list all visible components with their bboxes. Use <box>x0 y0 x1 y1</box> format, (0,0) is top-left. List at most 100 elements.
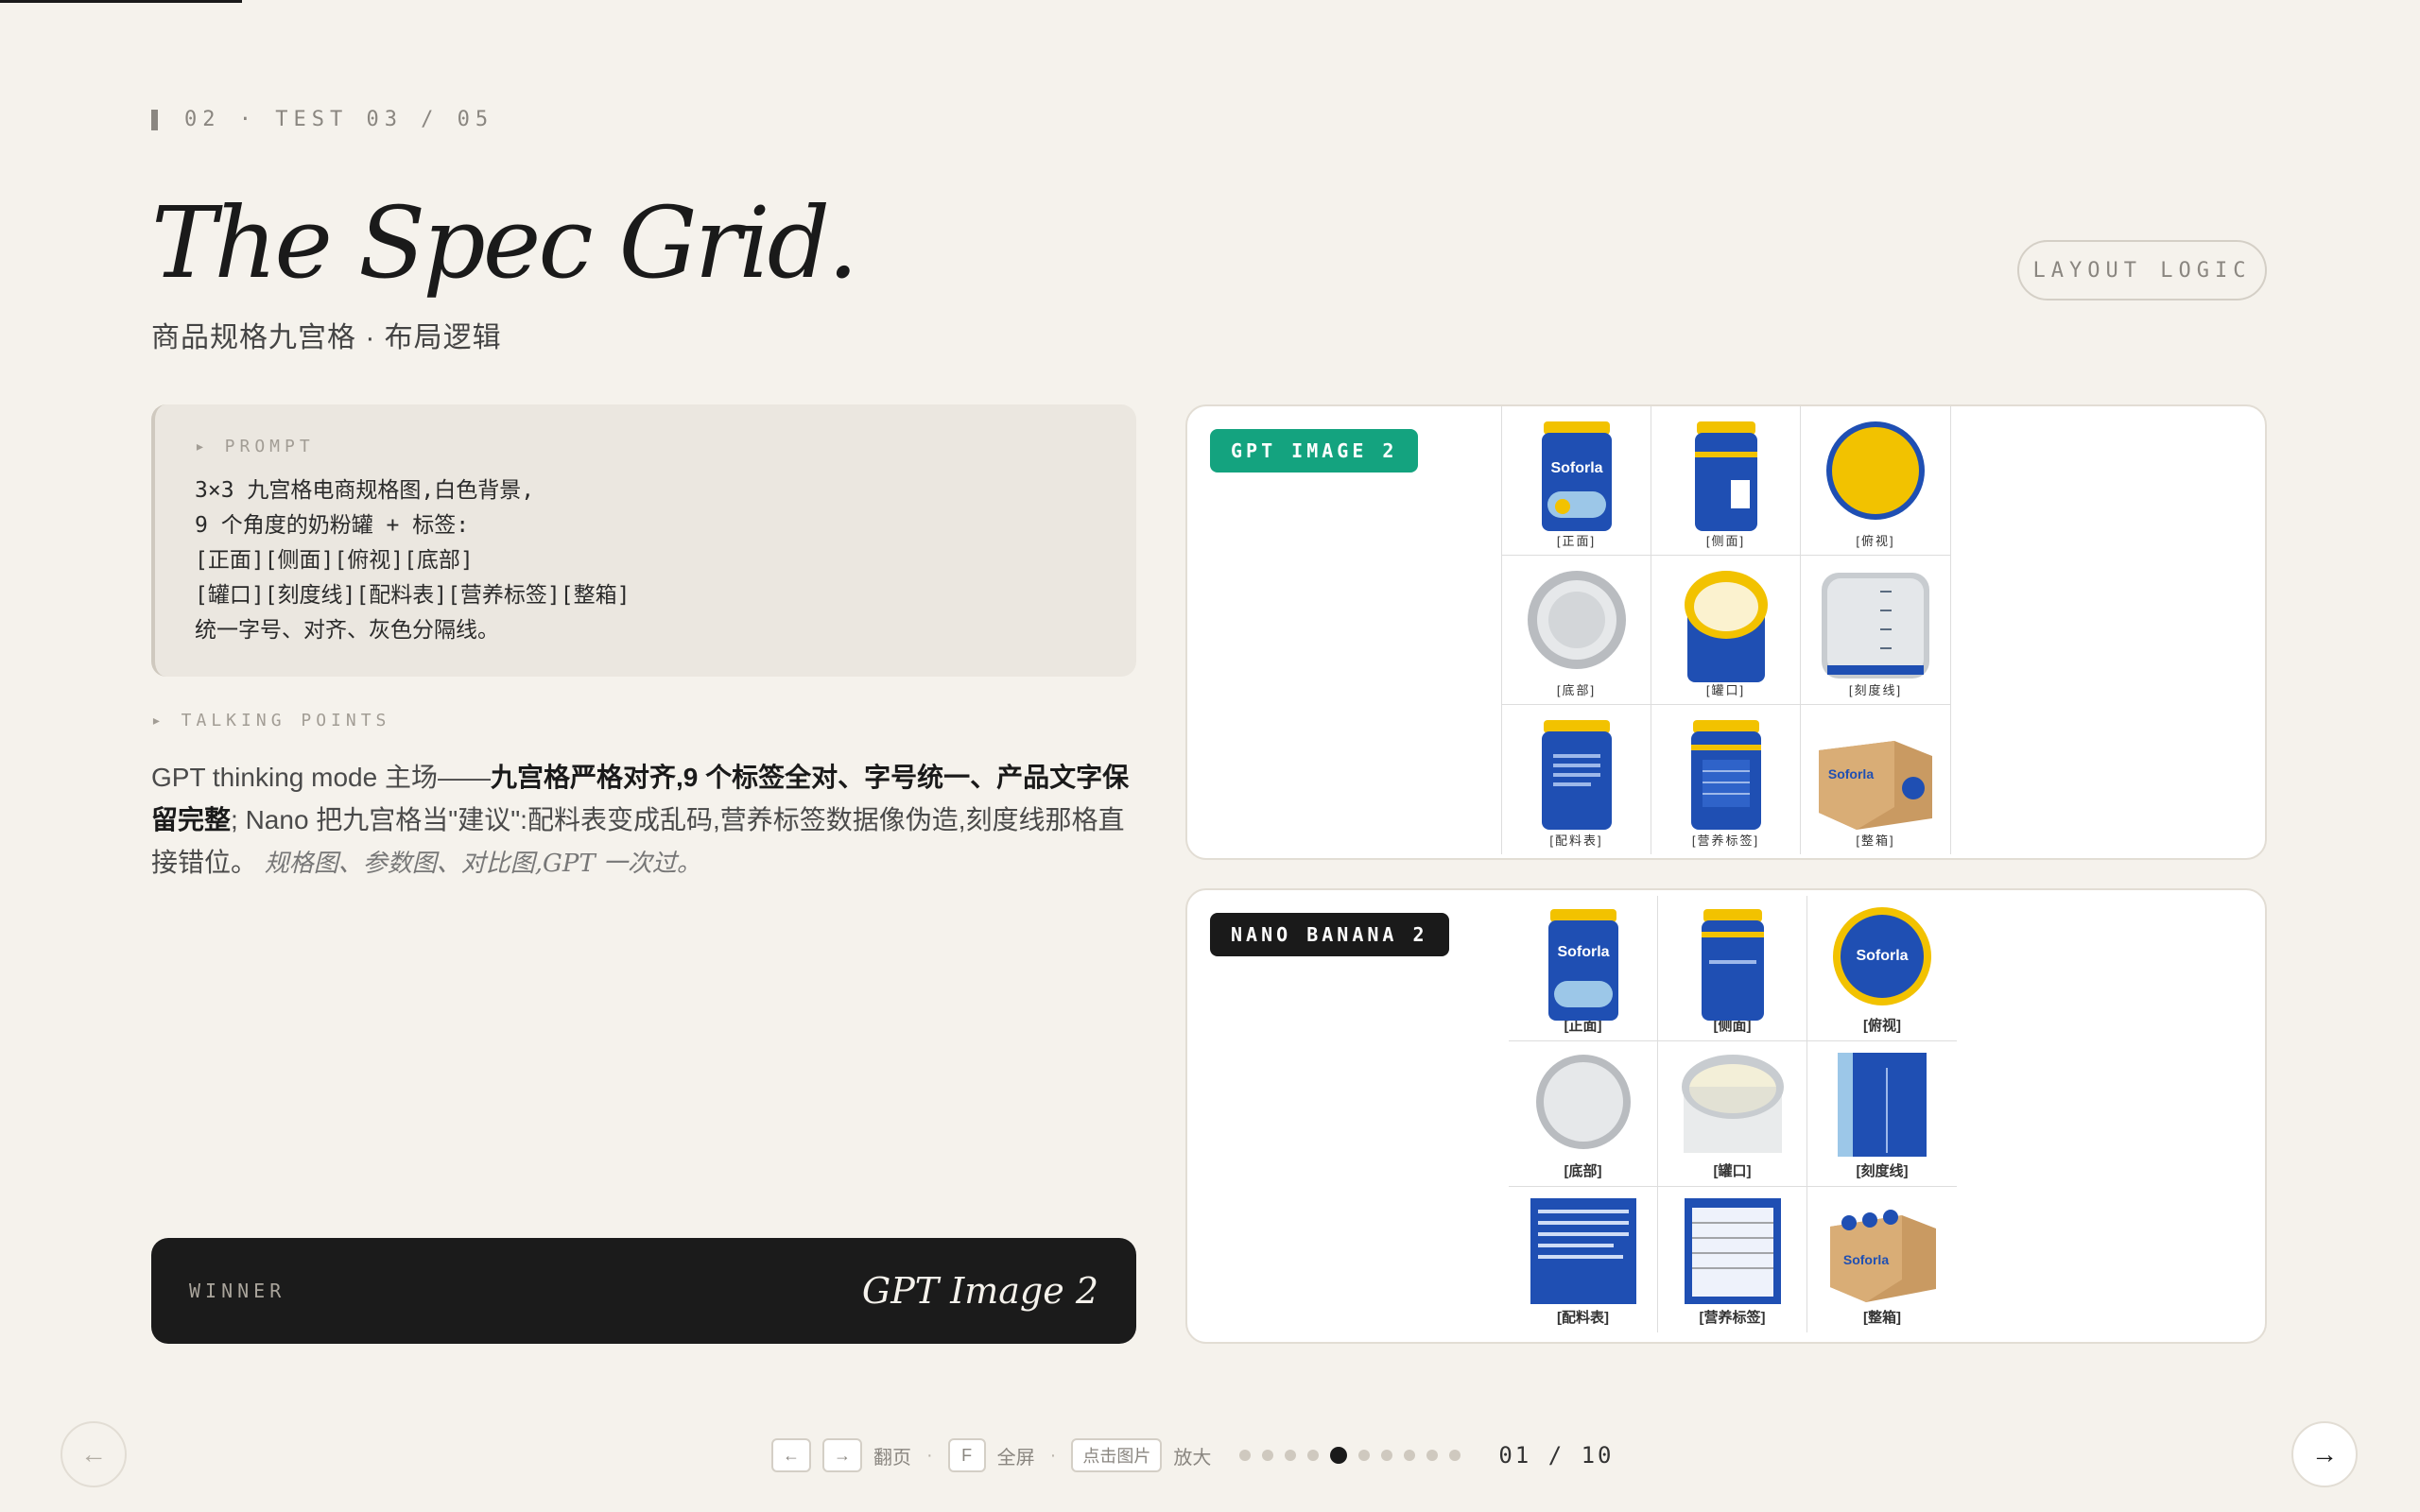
prompt-line: 9 个角度的奶粉罐 + 标签: <box>195 513 470 538</box>
svg-text:Soforla: Soforla <box>1550 460 1602 476</box>
can-scale-image <box>1838 1053 1927 1157</box>
slide-dot[interactable] <box>1262 1450 1274 1461</box>
grid-cell[interactable]: [刻度线] <box>1807 1041 1957 1187</box>
cell-label: [底部] <box>1564 1163 1602 1179</box>
prompt-line: 3×3 九宫格电商规格图,白色背景, <box>195 478 535 503</box>
prev-slide-button[interactable]: ← <box>60 1421 127 1487</box>
grid-cell[interactable]: Soforla [整箱] <box>1801 705 1950 854</box>
grid-cell[interactable]: [底部] <box>1509 1041 1658 1187</box>
grid-cell[interactable]: [刻度线] <box>1801 556 1950 705</box>
next-key[interactable]: → <box>822 1438 862 1472</box>
slide-dot[interactable] <box>1449 1450 1461 1461</box>
keyboard-hints: ← → 翻页 · F 全屏 · 点击图片 放大 01 / 10 <box>771 1438 1615 1472</box>
layout-logic-badge[interactable]: LAYOUT LOGIC <box>2017 240 2267 301</box>
page-title: The Spec Grid. <box>151 185 858 301</box>
grid-cell[interactable]: [营养标签] <box>1658 1187 1807 1332</box>
prompt-line: [罐口][刻度线][配料表][营养标签][整箱] <box>195 583 631 608</box>
slide-dot[interactable] <box>1358 1450 1371 1461</box>
click-image-key[interactable]: 点击图片 <box>1071 1438 1163 1472</box>
grid-cell[interactable]: [俯视] <box>1801 406 1950 556</box>
can-mouth-image <box>1684 571 1768 682</box>
gpt-spec-grid[interactable]: Soforla [正面] [侧面] [俯视] [底部] [罐口] [刻度线] [… <box>1501 406 1951 854</box>
can-front-image: Soforla <box>1547 909 1618 1021</box>
grid-cell[interactable]: Soforla [整箱] <box>1807 1187 1957 1332</box>
prev-key[interactable]: ← <box>771 1438 811 1472</box>
gpt-tag: GPT IMAGE 2 <box>1210 429 1419 472</box>
cell-label: [配料表] <box>1557 1310 1609 1326</box>
can-side-image <box>1701 909 1764 1021</box>
eyebrow-bar <box>151 109 158 130</box>
gpt-result-panel[interactable]: GPT IMAGE 2 Soforla [正面] [侧面] [俯视] [底部] … <box>1185 404 2267 860</box>
cell-label: [刻度线] <box>1856 1163 1909 1179</box>
grid-cell[interactable]: [底部] <box>1502 556 1651 705</box>
grid-cell[interactable]: Soforla [正面] <box>1502 406 1651 556</box>
nano-tag: NANO BANANA 2 <box>1210 913 1449 956</box>
can-bottom-image <box>1527 571 1626 669</box>
winner-bar: WINNER GPT Image 2 <box>151 1238 1136 1344</box>
can-side-image <box>1694 421 1757 531</box>
talking-text-1: GPT thinking mode 主场—— <box>151 763 491 792</box>
winner-value: GPT Image 2 <box>861 1270 1098 1312</box>
carton-box-image: Soforla <box>1830 1210 1936 1302</box>
next-slide-button[interactable]: → <box>2291 1421 2358 1487</box>
fullscreen-label: 全屏 <box>996 1447 1035 1469</box>
grid-cell[interactable]: [配料表] <box>1502 705 1651 854</box>
talking-points-label: ▸ TALKING POINTS <box>151 711 391 730</box>
eyebrow: 02 · TEST 03 / 05 <box>151 108 493 131</box>
can-nutrition-image <box>1690 720 1761 830</box>
prompt-lines: 3×3 九宫格电商规格图,白色背景, 9 个角度的奶粉罐 + 标签: [正面][… <box>195 473 1098 648</box>
page-subtitle: 商品规格九宫格 · 布局逻辑 <box>151 322 502 353</box>
svg-text:Soforla: Soforla <box>1828 766 1874 782</box>
cell-label: [罐口] <box>1713 1163 1752 1179</box>
prompt-line: 统一字号、对齐、灰色分隔线。 <box>195 618 499 643</box>
cell-label: [俯视] <box>1863 1018 1901 1034</box>
winner-label: WINNER <box>189 1280 286 1302</box>
grid-cell[interactable]: [侧面] <box>1658 896 1807 1041</box>
fullscreen-key[interactable]: F <box>947 1438 986 1472</box>
separator: · <box>926 1444 933 1466</box>
nutrition-panel-image <box>1684 1198 1781 1304</box>
slide-dot[interactable] <box>1404 1450 1416 1461</box>
progress-line <box>0 0 242 3</box>
can-bottom-image <box>1535 1055 1631 1149</box>
grid-cell[interactable]: [罐口] <box>1658 1041 1807 1187</box>
page-turn-label: 翻页 <box>873 1447 911 1469</box>
nano-spec-grid[interactable]: Soforla [正面] [侧面] Soforla [俯视] [底部] [罐口]… <box>1509 896 1957 1332</box>
slide-dot[interactable] <box>1381 1450 1393 1461</box>
svg-text:Soforla: Soforla <box>1843 1252 1889 1267</box>
grid-cell[interactable]: [侧面] <box>1651 406 1801 556</box>
slide-dot[interactable] <box>1330 1447 1348 1464</box>
talking-points-text: GPT thinking mode 主场——九宫格严格对齐,9 个标签全对、字号… <box>151 756 1144 885</box>
can-front-image: Soforla <box>1541 421 1612 531</box>
grid-cell[interactable]: [营养标签] <box>1651 705 1801 854</box>
svg-text:Soforla: Soforla <box>1856 948 1908 964</box>
grid-cell[interactable]: [配料表] <box>1509 1187 1658 1332</box>
grid-cell[interactable]: Soforla [俯视] <box>1807 896 1957 1041</box>
grid-cell[interactable]: Soforla [正面] <box>1509 896 1658 1041</box>
carton-box-image: Soforla <box>1819 741 1932 830</box>
prompt-box: ▸ PROMPT 3×3 九宫格电商规格图,白色背景, 9 个角度的奶粉罐 + … <box>151 404 1136 677</box>
prompt-line: [正面][侧面][俯视][底部] <box>195 548 474 573</box>
cell-label: [俯视] <box>1856 534 1895 548</box>
nano-result-panel[interactable]: NANO BANANA 2 Soforla [正面] [侧面] Soforla … <box>1185 888 2267 1344</box>
can-mouth-image <box>1681 1055 1784 1153</box>
grid-cell[interactable]: [罐口] <box>1651 556 1801 705</box>
ingredients-panel-image <box>1530 1198 1636 1304</box>
slide-dot[interactable] <box>1239 1450 1252 1461</box>
slide-dot[interactable] <box>1426 1450 1439 1461</box>
cell-label: [营养标签] <box>1699 1310 1766 1326</box>
eyebrow-text: 02 · TEST 03 / 05 <box>184 108 494 131</box>
slide-counter: 01 / 10 <box>1498 1442 1615 1469</box>
zoom-label: 放大 <box>1173 1447 1212 1469</box>
can-scale-image <box>1822 573 1929 679</box>
slide-dot[interactable] <box>1285 1450 1297 1461</box>
can-ingredients-image <box>1541 720 1612 830</box>
talking-text-italic: 规格图、参数图、对比图,GPT 一次过。 <box>264 850 701 878</box>
can-top-image: Soforla <box>1833 907 1931 1005</box>
slide-dot[interactable] <box>1307 1450 1320 1461</box>
arrow-left-icon: ← <box>80 1439 107 1469</box>
prompt-label: ▸ PROMPT <box>195 437 315 456</box>
slide-dots[interactable] <box>1239 1447 1461 1464</box>
svg-text:Soforla: Soforla <box>1557 944 1609 960</box>
arrow-right-icon: → <box>2311 1439 2338 1469</box>
